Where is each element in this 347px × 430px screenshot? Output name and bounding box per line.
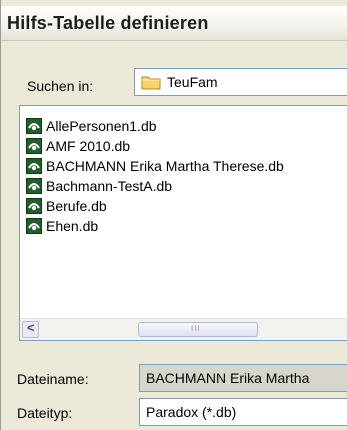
filetype-value: Paradox (*.db) bbox=[146, 404, 237, 420]
file-item[interactable]: AllePersonen1.db bbox=[26, 116, 157, 136]
filetype-select[interactable]: Paradox (*.db) bbox=[139, 398, 347, 426]
file-list[interactable]: AllePersonen1.db AMF 2010.db BACHMANN Er… bbox=[19, 105, 347, 341]
paradox-db-icon bbox=[26, 118, 42, 134]
horizontal-scrollbar[interactable]: < III bbox=[20, 318, 347, 340]
paradox-db-icon bbox=[26, 218, 42, 234]
file-item[interactable]: AMF 2010.db bbox=[26, 136, 130, 156]
folder-icon bbox=[141, 76, 161, 90]
look-in-label: Suchen in: bbox=[27, 78, 94, 94]
chevron-left-icon: < bbox=[27, 320, 35, 335]
paradox-db-icon bbox=[26, 178, 42, 194]
scroll-left-button[interactable]: < bbox=[22, 320, 39, 338]
paradox-db-icon bbox=[26, 138, 42, 154]
file-name: AllePersonen1.db bbox=[46, 118, 157, 134]
file-name: AMF 2010.db bbox=[46, 138, 131, 154]
file-item[interactable]: BACHMANN Erika Martha Therese.db bbox=[26, 156, 284, 176]
file-item[interactable]: Ehen.db bbox=[26, 216, 98, 236]
grip-icon: III bbox=[191, 324, 201, 333]
file-item[interactable]: Bachmann-TestA.db bbox=[26, 176, 172, 196]
file-name: Berufe.db bbox=[46, 198, 107, 214]
look-in-value: TeuFam bbox=[167, 74, 218, 90]
file-name: Ehen.db bbox=[46, 218, 99, 234]
file-item[interactable]: Berufe.db bbox=[26, 196, 107, 216]
filename-value: BACHMANN Erika Martha bbox=[146, 370, 310, 386]
file-name: Bachmann-TestA.db bbox=[46, 178, 173, 194]
file-name: BACHMANN Erika Martha Therese.db bbox=[46, 158, 284, 174]
filetype-label: Dateityp: bbox=[17, 405, 73, 421]
paradox-db-icon bbox=[26, 158, 42, 174]
filename-field[interactable]: BACHMANN Erika Martha bbox=[139, 364, 347, 392]
title-bar[interactable]: Hilfs-Tabelle definieren bbox=[1, 6, 347, 41]
open-file-dialog: Hilfs-Tabelle definieren Suchen in: TeuF… bbox=[0, 0, 347, 430]
filename-label: Dateiname: bbox=[17, 371, 89, 387]
window-title: Hilfs-Tabelle definieren bbox=[7, 13, 209, 33]
scrollbar-thumb[interactable]: III bbox=[138, 322, 258, 337]
look-in-combobox[interactable]: TeuFam bbox=[134, 68, 347, 96]
paradox-db-icon bbox=[26, 198, 42, 214]
